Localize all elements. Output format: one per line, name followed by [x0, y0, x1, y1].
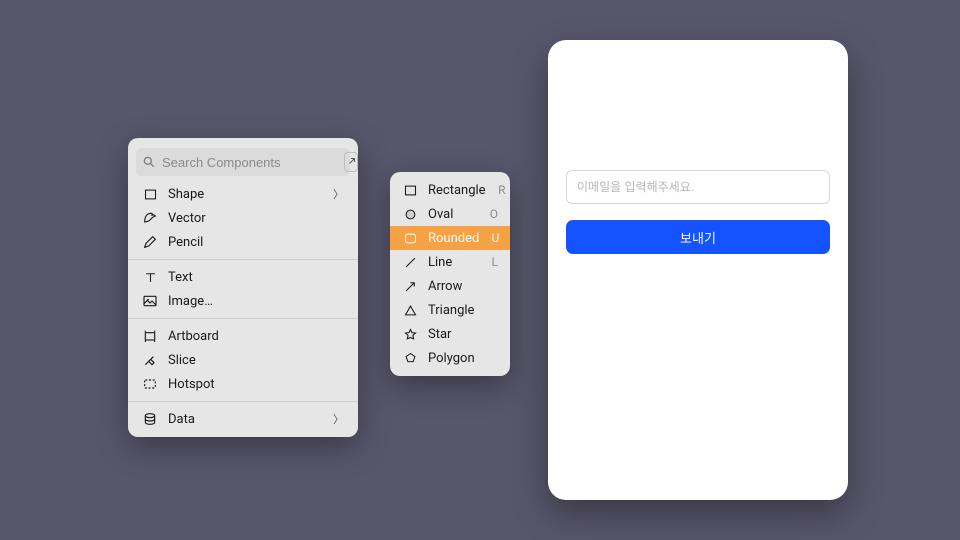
- menu-separator: [128, 259, 358, 260]
- arrow-icon: [402, 278, 418, 294]
- send-button[interactable]: 보내기: [566, 220, 830, 254]
- menu-separator: [128, 401, 358, 402]
- menu-separator: [128, 318, 358, 319]
- shape-submenu: Rectangle R Oval O Rounded U Line L Arrow Triangl…: [390, 172, 510, 376]
- rounded-icon: [402, 230, 418, 246]
- menu-item-shortcut: L: [488, 255, 498, 269]
- insert-panel: Shape 〉 Vector Pencil Text Image… Artboard Slic…: [128, 138, 358, 437]
- data-icon: [142, 411, 158, 427]
- insert-hotspot-item[interactable]: Hotspot: [128, 372, 358, 396]
- component-search-input[interactable]: [162, 155, 338, 170]
- search-icon: [142, 155, 156, 169]
- insert-slice-item[interactable]: Slice: [128, 348, 358, 372]
- shape-line-item[interactable]: Line L: [390, 250, 510, 274]
- menu-item-shortcut: U: [489, 231, 499, 245]
- preview-artboard: 보내기: [548, 40, 848, 500]
- insert-image-item[interactable]: Image…: [128, 289, 358, 313]
- menu-item-label: Slice: [168, 353, 344, 368]
- shape-star-item[interactable]: Star: [390, 322, 510, 346]
- menu-item-label: Arrow: [428, 279, 478, 294]
- menu-item-label: Polygon: [428, 351, 478, 366]
- menu-item-label: Shape: [168, 187, 323, 202]
- insert-data-item[interactable]: Data 〉: [128, 407, 358, 431]
- star-icon: [402, 326, 418, 342]
- line-icon: [402, 254, 418, 270]
- menu-item-label: Image…: [168, 294, 344, 309]
- menu-item-label: Star: [428, 327, 478, 342]
- pencil-icon: [142, 234, 158, 250]
- shape-polygon-item[interactable]: Polygon: [390, 346, 510, 370]
- shape-rectangle-item[interactable]: Rectangle R: [390, 178, 510, 202]
- component-search-row: [136, 148, 350, 176]
- text-icon: [142, 269, 158, 285]
- menu-item-label: Text: [168, 270, 344, 285]
- shape-rounded-item[interactable]: Rounded U: [390, 226, 510, 250]
- oval-icon: [402, 206, 418, 222]
- menu-item-label: Line: [428, 255, 478, 270]
- shape-triangle-item[interactable]: Triangle: [390, 298, 510, 322]
- menu-item-shortcut: R: [496, 183, 506, 197]
- menu-item-label: Hotspot: [168, 377, 344, 392]
- slice-icon: [142, 352, 158, 368]
- rect-icon: [142, 186, 158, 202]
- triangle-icon: [402, 302, 418, 318]
- pen-icon: [142, 210, 158, 226]
- menu-item-label: Rectangle: [428, 183, 486, 198]
- detach-panel-button[interactable]: [344, 152, 358, 172]
- insert-artboard-item[interactable]: Artboard: [128, 324, 358, 348]
- insert-shape-item[interactable]: Shape 〉: [128, 182, 358, 206]
- rect-icon: [402, 182, 418, 198]
- email-field[interactable]: [566, 170, 830, 204]
- artboard-icon: [142, 328, 158, 344]
- menu-item-label: Pencil: [168, 235, 344, 250]
- chevron-right-icon: 〉: [333, 411, 344, 427]
- menu-item-label: Data: [168, 412, 323, 427]
- hotspot-icon: [142, 376, 158, 392]
- insert-vector-item[interactable]: Vector: [128, 206, 358, 230]
- menu-item-label: Vector: [168, 211, 344, 226]
- shape-oval-item[interactable]: Oval O: [390, 202, 510, 226]
- shape-arrow-item[interactable]: Arrow: [390, 274, 510, 298]
- polygon-icon: [402, 350, 418, 366]
- menu-item-shortcut: O: [488, 207, 498, 221]
- insert-pencil-item[interactable]: Pencil: [128, 230, 358, 254]
- menu-item-label: Oval: [428, 207, 478, 222]
- insert-text-item[interactable]: Text: [128, 265, 358, 289]
- menu-item-label: Rounded: [428, 231, 479, 246]
- image-icon: [142, 293, 158, 309]
- chevron-right-icon: 〉: [333, 186, 344, 202]
- menu-item-label: Triangle: [428, 303, 478, 318]
- menu-item-label: Artboard: [168, 329, 344, 344]
